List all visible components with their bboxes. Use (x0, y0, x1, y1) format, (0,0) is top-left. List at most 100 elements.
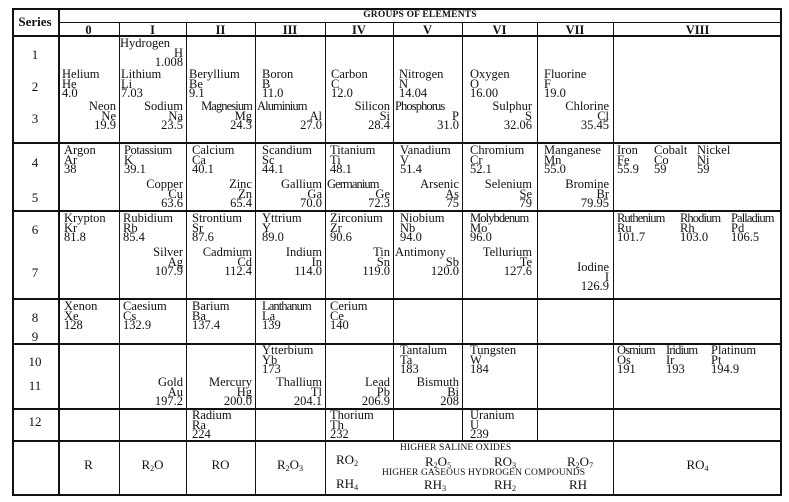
element-weight: 200.0 (223, 394, 252, 409)
formula-part: RH (424, 477, 443, 492)
element-weight: 224 (192, 427, 211, 442)
formula-part: R (425, 454, 434, 469)
formula-part: O (437, 454, 448, 469)
element-weight: 239 (470, 427, 489, 442)
element-tantalum: Tantalum Ta 183 (400, 344, 447, 375)
element-weight: 72.3 (368, 196, 390, 211)
element-name: Phosphorus (395, 99, 445, 113)
rule-col-3 (325, 22, 326, 496)
element-iodine: Iodine I 126.9 (539, 260, 609, 294)
element-weight: 114.0 (294, 264, 322, 279)
groups-title: GROUPS OF ELEMENTS (363, 10, 477, 20)
element-krypton: Krypton Kr 81.8 (64, 212, 106, 243)
series-number: 6 (31, 222, 39, 237)
rule-series-11 (12, 408, 782, 410)
element-arsenic: Arsenic As 75 (395, 178, 459, 209)
group-header-IV: IV (352, 23, 366, 37)
element-weight: 79.95 (580, 196, 609, 211)
element-platinum: Platinum Pt 194.9 (711, 344, 756, 377)
element-strontium: Strontium Sr 87.6 (192, 212, 242, 245)
series-number: 9 (31, 329, 39, 344)
element-weight: 106.5 (731, 230, 760, 245)
element-weight: 194.9 (711, 362, 740, 377)
element-name: Iodine (577, 260, 609, 274)
element-radium: Radium Ra 224 (192, 409, 232, 442)
element-silicon: Silicon Si 28.4 (327, 100, 390, 133)
series-number: 8 (31, 310, 39, 325)
element-manganese: Manganese Mn 55.0 (544, 144, 601, 177)
element-weight: 137.4 (192, 318, 221, 333)
rule-series-12 (12, 440, 782, 442)
rule-col-4a (393, 22, 394, 440)
formula-part: RO (494, 454, 513, 469)
element-silver: Silver Ag 107.9 (121, 246, 183, 277)
element-ytterbium: Ytterbium Yb 173 (262, 344, 313, 375)
formula-part: R (567, 454, 576, 469)
element-cobalt: Cobalt Co 59 (654, 144, 687, 177)
element-weight: 14.04 (399, 86, 428, 101)
formula-part: RH (336, 476, 355, 491)
element-weight: 12.0 (331, 86, 353, 101)
formula-subscript: 4 (704, 464, 709, 473)
rule-col-7 (613, 22, 614, 496)
oxide-formula-group-II: RO (186, 457, 255, 473)
element-tin: Tin Sn 119.0 (327, 246, 390, 277)
element-weight: 28.4 (368, 118, 390, 133)
hydride-formula-group-V: RH3 (424, 477, 446, 493)
element-weight: 96.0 (470, 230, 492, 245)
element-weight: 232 (330, 427, 349, 442)
element-osmium: Osmium Os 191 (617, 344, 656, 377)
rule-col-5a (462, 22, 463, 440)
formula-text: RO (211, 457, 230, 472)
element-weight: 55.9 (617, 162, 639, 177)
element-cerium: Cerium Ce 140 (330, 300, 368, 331)
group-header-II: II (215, 23, 226, 37)
hydride-formula-group-VII: RH (569, 477, 587, 493)
formula-part: O (154, 457, 164, 472)
element-weight: 9.1 (189, 86, 205, 101)
element-weight: 7.03 (121, 86, 143, 101)
formula-subscript: 3 (512, 461, 517, 470)
element-weight: 55.0 (544, 162, 566, 177)
element-calcium: Calcium Ca 40.1 (192, 144, 234, 177)
series-number: 10 (28, 354, 42, 369)
element-nitrogen: Nitrogen N 14.04 (399, 68, 443, 101)
element-antimony: Antimony Sb 120.0 (395, 246, 459, 279)
element-rubidium: Rubidium Rb 85.4 (123, 212, 173, 243)
element-weight: 120.0 (430, 264, 459, 279)
higher-hydrogen-compounds-title: HIGHER GASEOUS HYDROGEN COMPOUNDS (382, 468, 586, 478)
element-weight: 52.1 (470, 162, 492, 177)
rule-col-6a (537, 22, 538, 440)
element-weight: 35.45 (580, 118, 609, 133)
hydride-formula-group-VI: RH2 (494, 477, 516, 493)
element-weight: 59 (697, 162, 710, 177)
element-weight: 191 (617, 362, 636, 377)
element-caesium: Caesium Cs 132.9 (123, 300, 167, 331)
element-rhodium: Rhodium Rh 103.0 (680, 212, 721, 245)
element-nickel: Nickel Ni 59 (697, 144, 730, 177)
element-weight: 103.0 (680, 230, 709, 245)
element-weight: 23.5 (161, 118, 183, 133)
element-helium: Helium He 4.0 (62, 68, 100, 101)
oxide-formula-group-III: R2O3 (255, 457, 325, 473)
element-weight: 193 (666, 362, 685, 377)
element-weight: 4.0 (62, 86, 78, 101)
formula-subscript: 3 (442, 484, 447, 493)
formula-subscript: 3 (299, 464, 304, 473)
element-weight: 40.1 (192, 162, 214, 177)
element-potassium: Potassium K 39.1 (124, 144, 172, 175)
element-weight: 87.6 (192, 230, 214, 245)
element-weight: 197.2 (154, 394, 183, 409)
oxide-formula-group-0: R (58, 457, 119, 473)
element-weight: 59 (654, 162, 667, 177)
element-thorium: Thorium Th 232 (330, 409, 374, 442)
element-carbon: Carbon C 12.0 (331, 68, 368, 101)
element-weight: 63.6 (161, 196, 183, 211)
element-weight: 16.00 (470, 86, 499, 101)
group-header-VI: VI (492, 23, 507, 37)
element-weight: 126.9 (580, 279, 609, 294)
element-weight: 32.06 (503, 118, 532, 133)
rule-col-1 (186, 22, 187, 496)
element-weight: 48.1 (330, 162, 352, 177)
element-chromium: Chromium Cr 52.1 (470, 144, 524, 177)
